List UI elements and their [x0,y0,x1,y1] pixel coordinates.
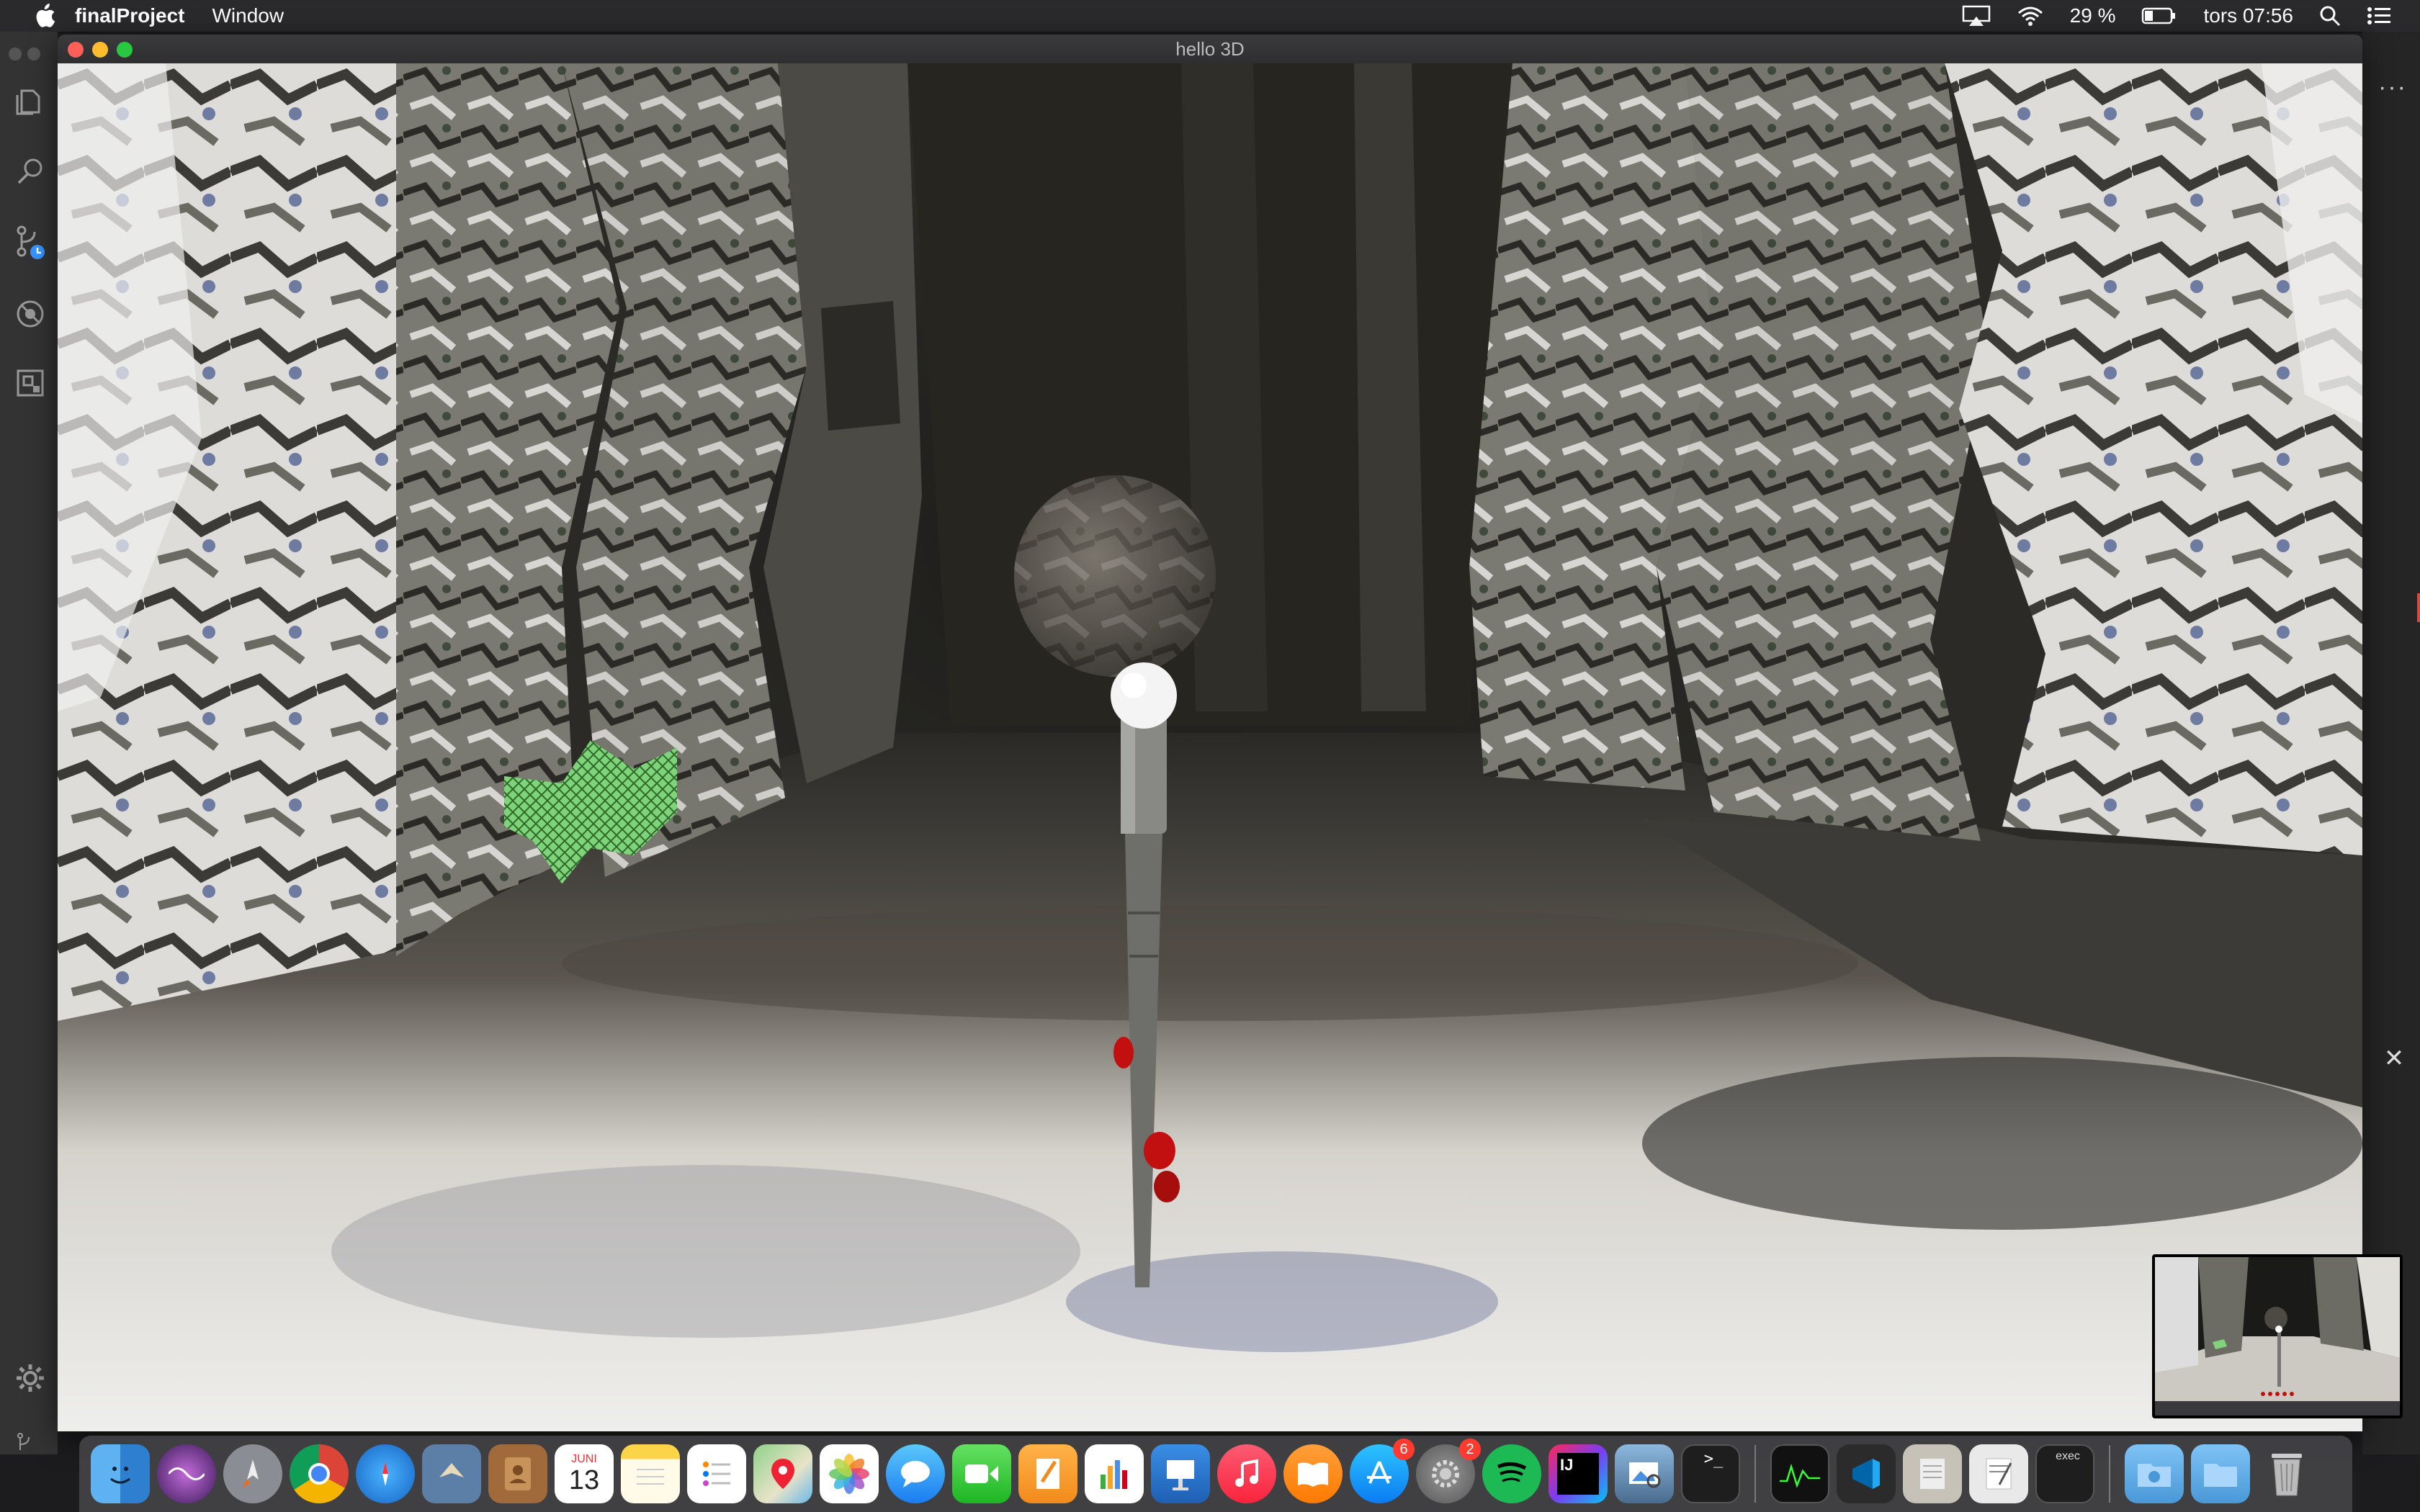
zoom-window-button[interactable] [117,42,133,58]
minimize-window-button[interactable] [92,42,108,58]
contacts-dock-icon[interactable] [488,1444,547,1503]
notes-dock-icon[interactable] [621,1444,680,1503]
3d-viewport[interactable] [58,63,2362,1431]
airplay-icon[interactable] [1962,5,1991,27]
search-icon[interactable] [14,156,46,187]
document-bundle-dock-icon[interactable] [1903,1444,1962,1503]
siri-dock-icon[interactable] [157,1444,216,1503]
pages-dock-icon[interactable] [1018,1444,1077,1503]
cave-scene [58,63,2362,1431]
books-dock-icon[interactable] [1283,1444,1343,1503]
spotlight-search-icon[interactable] [2319,5,2341,27]
spotify-dock-icon[interactable] [1482,1444,1541,1503]
textedit-dock-icon[interactable] [1969,1444,2028,1503]
window-thumbnail-preview[interactable] [2152,1254,2403,1418]
terminal-dock-icon[interactable]: >_ [1681,1444,1740,1503]
maps-dock-icon[interactable] [753,1444,812,1503]
dock: JUNI 13 6 2 IJ >_ exec [79,1436,2352,1512]
game-window: hello 3D [58,35,2362,1431]
chrome-dock-icon[interactable] [290,1444,349,1503]
mail-eagle-dock-icon[interactable] [422,1444,481,1503]
clock[interactable]: tors 07:56 [2203,4,2293,27]
downloads-folder-dock-icon[interactable] [2125,1444,2184,1503]
music-dock-icon[interactable] [1217,1444,1276,1503]
launchpad-dock-icon[interactable] [223,1444,282,1503]
window-titlebar[interactable]: hello 3D [58,35,2362,64]
source-control-icon[interactable] [14,225,46,259]
messages-dock-icon[interactable] [886,1444,945,1503]
app-store-badge: 6 [1393,1439,1415,1460]
window-title: hello 3D [1175,37,1245,60]
safari-dock-icon[interactable] [356,1444,415,1503]
more-actions-icon[interactable]: ··· [2378,73,2407,102]
app-name-menu[interactable]: finalProject [75,4,184,27]
editor-activity-bar [0,32,58,1454]
dock-separator [1754,1445,1756,1503]
activity-monitor-dock-icon[interactable] [1770,1444,1829,1503]
explorer-icon[interactable] [14,85,46,117]
trash-dock-icon[interactable] [2257,1444,2316,1503]
vscode-dock-icon[interactable] [1837,1444,1896,1503]
keynote-dock-icon[interactable] [1151,1444,1210,1503]
branch-status-icon[interactable] [14,1431,46,1463]
calendar-month: JUNI [571,1453,597,1465]
calendar-day: 13 [568,1465,600,1495]
extensions-icon[interactable] [14,367,46,399]
notification-center-icon[interactable] [2367,6,2391,25]
numbers-dock-icon[interactable] [1085,1444,1144,1503]
intellij-dock-icon[interactable]: IJ [1549,1444,1608,1503]
menu-window[interactable]: Window [212,4,284,27]
system-preferences-badge: 2 [1459,1439,1481,1460]
battery-percent: 29 % [2069,4,2116,27]
system-preferences-dock-icon[interactable]: 2 [1416,1439,1481,1503]
close-window-button[interactable] [68,42,84,58]
calendar-dock-icon[interactable]: JUNI 13 [555,1444,614,1503]
window-traffic-lights-inactive [9,48,40,64]
reminders-dock-icon[interactable] [687,1444,746,1503]
app-store-dock-icon[interactable]: 6 [1350,1439,1415,1503]
menu-bar: finalProject Window 29 % tors 07:56 [0,0,2420,32]
terminal-label: >_ [1703,1450,1724,1468]
wifi-icon[interactable] [2017,5,2044,27]
apple-icon[interactable] [29,0,60,32]
status-area: 29 % tors 07:56 [1962,4,2420,27]
exec-label: exec [2056,1450,2080,1462]
battery-icon[interactable] [2141,6,2177,25]
photos-dock-icon[interactable] [820,1444,879,1503]
editor-right-strip: ··· [2362,32,2420,1454]
close-panel-icon[interactable]: ✕ [2381,1045,2407,1071]
dock-separator-2 [2109,1445,2110,1503]
facetime-dock-icon[interactable] [952,1444,1011,1503]
folder-dock-icon[interactable] [2191,1444,2250,1503]
finder-dock-icon[interactable] [91,1444,150,1503]
intellij-label: IJ [1560,1456,1574,1474]
settings-gear-icon[interactable] [14,1362,46,1394]
preview-dock-icon[interactable] [1615,1444,1674,1503]
exec-dock-icon[interactable]: exec [2035,1444,2094,1503]
debug-icon[interactable] [14,298,46,330]
minimap-marker [2417,593,2420,622]
